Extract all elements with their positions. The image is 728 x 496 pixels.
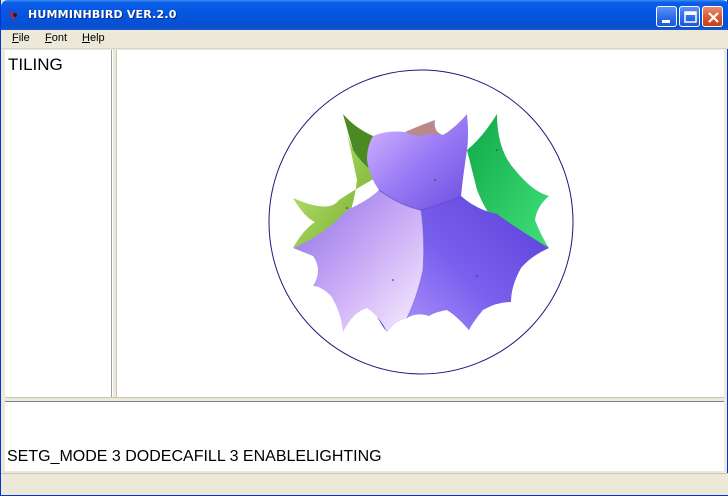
menu-file-accel: F xyxy=(12,32,19,44)
app-window: HUMMINHBIRD VER.2.0 File Font Help TILIN… xyxy=(0,0,728,496)
status-bar xyxy=(1,473,728,495)
menu-font-accel: F xyxy=(45,32,52,44)
command-console[interactable]: SETG_MODE 3 DODECAFILL 3 ENABLELIGHTING xyxy=(5,401,724,471)
console-command-text: SETG_MODE 3 DODECAFILL 3 ENABLELIGHTING xyxy=(7,448,382,465)
vertex-dot xyxy=(346,207,348,209)
minimize-button[interactable] xyxy=(656,6,677,27)
title-bar[interactable]: HUMMINHBIRD VER.2.0 xyxy=(1,0,728,30)
vertex-dot xyxy=(434,179,436,181)
app-icon xyxy=(9,9,21,21)
menu-bar: File Font Help xyxy=(1,30,728,49)
vertex-dot xyxy=(496,149,498,151)
menu-font[interactable]: Font xyxy=(45,32,67,44)
menu-help[interactable]: Help xyxy=(82,32,105,44)
menu-font-label: ont xyxy=(51,32,68,44)
close-icon xyxy=(708,12,719,23)
minimize-icon xyxy=(662,20,670,23)
mode-label: TILING xyxy=(8,55,63,74)
window-title: HUMMINHBIRD VER.2.0 xyxy=(28,8,177,21)
tiling-render xyxy=(268,69,574,375)
maximize-button[interactable] xyxy=(679,6,700,27)
menu-file[interactable]: File xyxy=(12,32,30,44)
vertex-dot xyxy=(392,279,394,281)
close-button[interactable] xyxy=(702,6,723,27)
vertex-dot xyxy=(476,275,478,277)
menu-help-label: elp xyxy=(89,32,105,44)
menu-file-label: ile xyxy=(18,32,30,44)
maximize-icon xyxy=(684,11,697,23)
menu-help-accel: H xyxy=(82,32,90,44)
render-canvas[interactable] xyxy=(117,50,724,397)
left-panel[interactable]: TILING xyxy=(5,50,112,397)
